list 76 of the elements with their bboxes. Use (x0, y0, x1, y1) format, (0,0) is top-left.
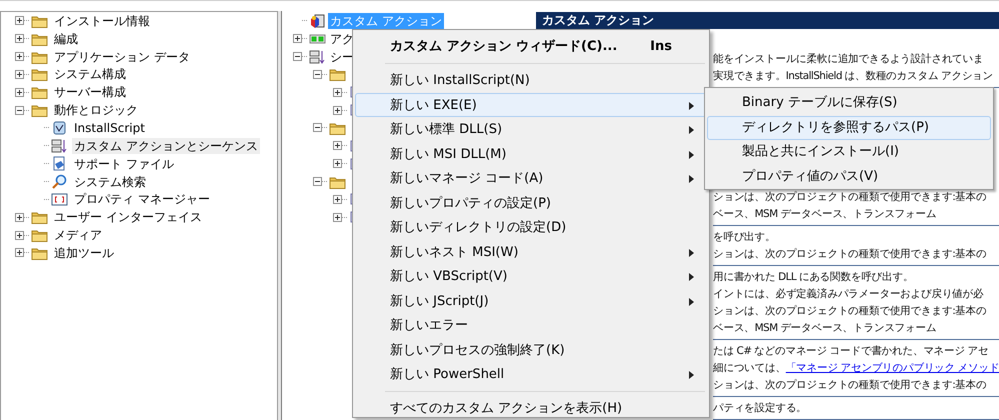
menu-item[interactable]: 新しい JScript(J) (355, 288, 707, 313)
sequence-icon (51, 138, 68, 154)
tree-item[interactable]: 動作とロジック (52, 102, 140, 118)
menu-item[interactable]: 新しい VBScript(V) (355, 264, 707, 288)
expander-icon[interactable] (15, 88, 24, 97)
expander-icon[interactable] (313, 177, 322, 186)
menu-item[interactable]: 新しいエラー (355, 313, 707, 338)
sequence-icon (309, 48, 326, 65)
menu-item[interactable]: カスタム アクション ウィザード(C)... Ins (355, 33, 707, 59)
tree-item[interactable]: アプリケーション データ (52, 48, 192, 65)
expander-icon[interactable] (293, 52, 302, 62)
expander-icon[interactable] (15, 248, 24, 258)
property-icon (51, 191, 68, 208)
menu-item[interactable]: 新しいマネージ コード(A) (355, 166, 707, 190)
panel-title: カスタム アクション (536, 12, 999, 29)
expander-icon[interactable] (313, 70, 322, 79)
menu-item[interactable]: 新しい MSI DLL(M) (355, 142, 707, 166)
tree-item[interactable]: サーバー構成 (52, 84, 128, 100)
expander-icon[interactable] (333, 212, 342, 222)
menu-item[interactable]: 新しいネスト MSI(W) (355, 240, 707, 264)
expander-icon[interactable] (15, 34, 24, 44)
tree-item[interactable]: プロパティ マネージャー (72, 191, 212, 208)
expander-icon[interactable] (15, 52, 24, 62)
menu-item[interactable]: 新しい標準 DLL(S) (355, 117, 707, 142)
menu-item[interactable]: 製品と共にインストール(I) (707, 140, 991, 164)
expander-icon[interactable] (15, 106, 24, 115)
script-icon (51, 120, 68, 136)
description-text: ベース、MSM データベース、トランスフォーム (713, 208, 936, 220)
description-text: パティを設定する。 (713, 402, 807, 414)
expander-icon[interactable] (333, 88, 342, 97)
tree-item[interactable]: メディア (52, 227, 104, 244)
tree-item[interactable]: 追加ツール (52, 244, 116, 261)
menu-item[interactable]: Binary テーブルに保存(S) (707, 91, 991, 116)
menu-item[interactable]: すべてのカスタム アクションを表示(H) (355, 396, 707, 420)
tree-item[interactable]: インストール情報 (52, 12, 152, 29)
menu-item[interactable]: 新しいプロパティの設定(P) (355, 190, 707, 215)
description-text: を呼び出す。 (713, 231, 776, 243)
menu-item[interactable]: ディレクトリを参照するパス(P) (707, 116, 991, 140)
description-text: ションは、次のプロジェクトの種類で使用できます:基本の (713, 305, 986, 317)
description-text: たは C# などのマネージ コードで書かれた、マネージ アセ (713, 345, 988, 357)
description-text: 能をインストールに柔軟に追加できるよう設計されていま (713, 53, 984, 65)
expander-icon[interactable] (313, 123, 322, 132)
expander-icon[interactable] (333, 106, 342, 115)
description-text: 細については、 (713, 362, 786, 374)
expander-icon[interactable] (15, 16, 24, 26)
menu-item[interactable]: プロパティ値のパス(V) (707, 164, 991, 189)
action-icon (309, 12, 326, 29)
expander-icon[interactable] (15, 70, 24, 79)
tree-item[interactable]: システム検索 (72, 174, 148, 190)
menu-item[interactable]: 新しいディレクトリの設定(D) (355, 215, 707, 240)
description-text: 実現できます。InstallShield は、数種のカスタム アクション (713, 70, 993, 82)
expander-icon[interactable] (15, 230, 24, 240)
description-text: ベース、MSM データベース、トランスフォーム (713, 322, 936, 334)
description-text: ションは、次のプロジェクトの種類で使用できます:基本の (713, 248, 986, 260)
description-text: 用に書かれた DLL にある関数を呼び出す。 (713, 271, 914, 283)
tree-item[interactable]: InstallScript (72, 120, 147, 136)
help-link[interactable]: 「マネージ アセンブリのパブリック メソッド (786, 362, 999, 374)
expander-icon[interactable] (333, 141, 342, 150)
menu-item[interactable]: 新しい PowerShell (355, 362, 707, 386)
expander-icon[interactable] (15, 212, 24, 222)
expander-icon[interactable] (333, 159, 342, 168)
search-icon (51, 174, 68, 190)
menu-item[interactable]: 新しい EXE(E) (355, 92, 707, 117)
menu-item[interactable]: 新しいプロセスの強制終了(K) (355, 338, 707, 362)
tree-item[interactable]: サポート ファイル (72, 156, 176, 172)
menu-item[interactable]: 新しい InstallScript(N) (355, 68, 707, 92)
expander-icon[interactable] (293, 34, 302, 44)
tree-item[interactable]: ユーザー インターフェイス (52, 209, 204, 226)
tree-item[interactable]: アク (328, 30, 356, 47)
description-text: ションは、次のプロジェクトの種類で使用できます:基本の (713, 379, 986, 391)
tree-item[interactable]: システム構成 (52, 66, 128, 82)
expander-icon[interactable] (333, 194, 342, 204)
tree-item[interactable]: 編成 (52, 30, 80, 47)
description-text: ションは、次のプロジェクトの種類で使用できます:基本の (713, 191, 986, 203)
tree-item[interactable]: カスタム アクションとシーケンス (72, 138, 260, 154)
description-text: イントには、必ず定義済みパラメーターおよび戻り値が必 (713, 288, 984, 300)
